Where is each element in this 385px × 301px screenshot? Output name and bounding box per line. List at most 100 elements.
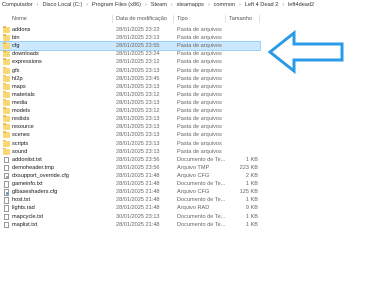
file-name: hl2p: [12, 75, 23, 82]
file-date: 28/01/2025 23:55: [116, 43, 160, 50]
breadcrumb-item[interactable]: steamapps: [176, 2, 205, 8]
file-row[interactable]: mapcycle.txt 30/01/2025 23:13 Documento de…: [0, 213, 260, 221]
file-type: Arquivo TMP: [177, 164, 210, 171]
file-date: 28/01/2025 23:13: [116, 99, 160, 106]
file-name: reslists: [12, 116, 30, 123]
breadcrumb-item[interactable]: common: [213, 2, 236, 8]
file-size: 9 KB: [245, 205, 258, 212]
folder-row[interactable]: maps 28/01/2025 23:13 Pasta de arquivos: [0, 82, 260, 91]
file-row[interactable]: dxsupport_override.cfg 28/01/2025 21:48 Ar…: [0, 172, 260, 180]
file-size: 125 KB: [239, 189, 258, 196]
file-date: 30/01/2025 23:13: [116, 213, 160, 220]
file-size: [232, 123, 258, 131]
folder-row[interactable]: gfx 28/01/2025 23:13 Pasta de arquivos: [0, 66, 260, 75]
file-name: bin: [12, 35, 20, 42]
file-row[interactable]: glbaseshaders.cfg 28/01/2025 21:48 Arquivo…: [0, 188, 260, 196]
column-name[interactable]: Nome: [12, 14, 27, 24]
folder-row[interactable]: downloads 28/01/2025 23:24 Pasta de arquiv…: [0, 50, 260, 58]
file-row[interactable]: maplist.txt 28/01/2025 21:48 Documento de …: [0, 221, 260, 229]
breadcrumb-item[interactable]: Program Files (x86): [91, 2, 142, 8]
file-type: Pasta de arquivos: [177, 67, 222, 74]
file-name: gameinfo.txt: [12, 181, 43, 188]
folder-row[interactable]: expressions 28/01/2025 23:12 Pasta de arqu…: [0, 58, 260, 66]
folder-row[interactable]: scenes 28/01/2025 23:13 Pasta de arquivos: [0, 131, 260, 139]
chevron-right-icon[interactable]: ›: [83, 2, 91, 8]
folder-row[interactable]: hl2p 28/01/2025 23:45 Pasta de arquivos: [0, 74, 260, 83]
folder-row[interactable]: bin 28/01/2025 23:13 Pasta de arquivos: [0, 34, 260, 42]
chevron-right-icon[interactable]: ›: [168, 2, 176, 8]
column-divider[interactable]: [259, 15, 260, 23]
file-name: downloads: [12, 51, 39, 58]
folder-row[interactable]: media 28/01/2025 23:13 Pasta de arquivos: [0, 98, 260, 107]
breadcrumb-item[interactable]: Steam: [150, 2, 168, 8]
folder-icon: [3, 98, 10, 106]
file-name: demoheader.tmp: [12, 164, 54, 171]
folder-icon: [3, 74, 10, 82]
file-date: 28/01/2025 23:13: [116, 140, 160, 147]
file-size: 2 KB: [245, 172, 258, 179]
column-divider[interactable]: [173, 15, 174, 23]
folder-icon: [3, 147, 10, 155]
file-type: Documento de Te...: [177, 221, 226, 228]
chevron-right-icon[interactable]: ›: [142, 2, 150, 8]
chevron-right-icon[interactable]: ›: [34, 2, 42, 8]
config-file-icon: [4, 172, 9, 180]
breadcrumb-item[interactable]: left4dead2: [287, 2, 315, 8]
folder-row[interactable]: resource 28/01/2025 23:13 Pasta de arquivo…: [0, 123, 260, 131]
file-name: host.txt: [12, 197, 31, 204]
file-icon: [4, 205, 9, 212]
folder-icon: [3, 90, 10, 98]
breadcrumb-item[interactable]: Left 4 Dead 2: [244, 2, 280, 8]
file-size: [232, 58, 258, 66]
file-type: Arquivo RAD: [177, 205, 210, 212]
file-name: expressions: [12, 59, 42, 66]
file-date: 28/01/2025 23:13: [116, 132, 160, 139]
file-name: addons: [12, 27, 31, 33]
column-divider[interactable]: [112, 15, 113, 23]
column-divider[interactable]: [225, 15, 226, 23]
file-type: Pasta de arquivos: [177, 124, 222, 131]
file-date: 28/01/2025 23:13: [116, 116, 160, 123]
file-type: Arquivo CFG: [177, 189, 210, 196]
file-size: 1 KB: [245, 181, 258, 188]
file-row[interactable]: lights.rad 28/01/2025 21:48 Arquivo RAD 9 K…: [0, 204, 260, 212]
file-name: mapcycle.txt: [12, 213, 44, 220]
chevron-right-icon[interactable]: ›: [236, 2, 244, 8]
file-date: 28/01/2025 23:12: [116, 108, 160, 115]
folder-row[interactable]: addons 28/01/2025 23:22 Pasta de arquivos: [0, 26, 260, 34]
file-icon: [4, 213, 9, 221]
column-type[interactable]: Tipo: [177, 14, 188, 24]
folder-row[interactable]: materials 28/01/2025 23:12 Pasta de arquiv…: [0, 90, 260, 99]
breadcrumb-item[interactable]: Computador: [1, 2, 34, 8]
folder-row[interactable]: models 28/01/2025 23:12 Pasta de arquivos: [0, 107, 260, 115]
folder-row[interactable]: cfg 28/01/2025 23:55 Pasta de arquivos: [0, 41, 261, 52]
file-row[interactable]: host.txt 28/01/2025 21:48 Documento de Te.…: [0, 196, 260, 204]
folder-icon: [3, 123, 10, 131]
file-name: scripts: [12, 140, 29, 147]
file-type: Pasta de arquivos: [177, 108, 222, 115]
file-name: dxsupport_override.cfg: [12, 172, 69, 179]
folder-row[interactable]: scripts 28/01/2025 23:13 Pasta de arquivos: [0, 139, 260, 148]
file-name: lights.rad: [12, 205, 35, 212]
file-size: [232, 131, 258, 139]
file-row[interactable]: addonlist.txt 28/01/2025 23:56 Documento d…: [0, 156, 260, 164]
folder-icon: [3, 139, 10, 147]
folder-row[interactable]: reslists 28/01/2025 23:13 Pasta de arquivo…: [0, 115, 260, 123]
file-name: media: [12, 99, 28, 106]
file-row[interactable]: gameinfo.txt 28/01/2025 21:48 Documento de…: [0, 180, 260, 188]
config-file-icon: [4, 189, 9, 196]
file-type: Pasta de arquivos: [177, 43, 222, 50]
column-size[interactable]: Tamanho: [229, 14, 252, 24]
file-type: Pasta de arquivos: [177, 91, 222, 98]
file-row[interactable]: demoheader.tmp 28/01/2025 23:56 Arquivo TM…: [0, 164, 260, 172]
chevron-right-icon[interactable]: ›: [205, 2, 213, 8]
file-name: materials: [12, 91, 35, 98]
folder-row[interactable]: sound 28/01/2025 23:13 Pasta de arquivos: [0, 147, 260, 156]
column-date[interactable]: Data de modificação: [116, 14, 167, 24]
file-name: resource: [12, 124, 34, 131]
breadcrumb-item[interactable]: Disco Local (C:): [41, 2, 83, 8]
chevron-right-icon[interactable]: ›: [279, 2, 287, 8]
file-date: 28/01/2025 23:22: [116, 27, 160, 33]
folder-icon: [3, 131, 10, 139]
file-size: [232, 148, 258, 156]
